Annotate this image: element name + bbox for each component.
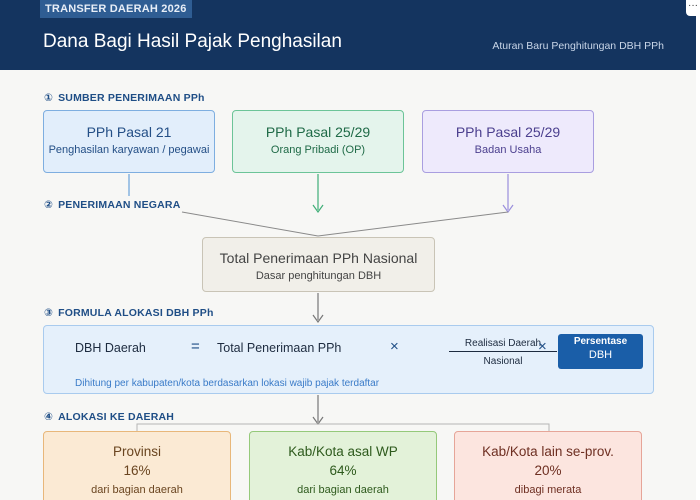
source-title: PPh Pasal 25/29 [265,124,371,140]
formula-note: Dihitung per kabupaten/kota berdasarkan … [75,378,380,389]
percentage-dbh-badge: Persentase DBH [558,334,643,369]
allocation-note: dari bagian daerah [297,484,389,496]
total-title: Total Penerimaan PPh Nasional [219,250,418,266]
source-box-pph25-badan: PPh Pasal 25/29 Badan Usaha [422,110,594,173]
section-label: SUMBER PENERIMAAN PPh [58,92,205,104]
section-number: ③ [44,307,54,319]
section-heading-state-revenue: ② PENERIMAAN NEGARA [44,199,181,211]
section-heading-sources: ① SUMBER PENERIMAAN PPh [44,92,205,104]
multiply-sign: × [390,338,399,355]
total-subtitle: Dasar penghitungan DBH [255,270,382,282]
total-revenue-box: Total Penerimaan PPh Nasional Dasar peng… [202,237,435,292]
converge-right [317,211,509,237]
allocation-box-kabkota-lain: Kab/Kota lain se-prov. 20% dibagi merata [454,431,642,500]
allocation-note: dibagi merata [514,484,582,496]
section-number: ① [44,92,54,104]
source-title: PPh Pasal 21 [86,124,172,140]
allocation-box-provinsi: Provinsi 16% dari bagian daerah [43,431,231,500]
section-label: ALOKASI KE DAERAH [58,411,175,423]
allocation-title: Kab/Kota asal WP [288,444,398,459]
source-box-pph25-op: PPh Pasal 25/29 Orang Pribadi (OP) [232,110,404,173]
pct-line2: DBH [588,349,613,361]
allocation-title: Provinsi [112,444,161,459]
pct-line1: Persentase [573,336,628,347]
allocation-percent: 20% [534,463,562,478]
section-heading-allocation: ④ ALOKASI KE DAERAH [44,411,174,423]
source-box-pph21: PPh Pasal 21 Penghasilan karyawan / pega… [43,110,215,173]
section-label: PENERIMAAN NEGARA [58,199,181,211]
equals-sign: = [191,338,200,355]
infographic-frame: TRANSFER DAERAH 2026 Dana Bagi Hasil Paj… [0,0,696,500]
allocation-note: dari bagian daerah [91,484,183,496]
distribution-branches [136,423,550,431]
formula-lhs: DBH Daerah [75,341,146,355]
formula-term-total: Total Penerimaan PPh [217,341,342,355]
section-number: ② [44,199,54,211]
allocation-box-kabkota-asal: Kab/Kota asal WP 64% dari bagian daerah [249,431,437,500]
source-subtitle: Penghasilan karyawan / pegawai [48,144,210,156]
section-label: FORMULA ALOKASI DBH PPh [58,307,214,319]
converge-left [181,211,319,237]
allocation-title: Kab/Kota lain se-prov. [482,444,614,459]
allocation-percent: 16% [123,463,151,478]
allocation-percent: 64% [329,463,357,478]
source-subtitle: Orang Pribadi (OP) [270,144,366,156]
formula-box: DBH Daerah = Total Penerimaan PPh × Real… [43,325,654,394]
multiply-sign: × [538,338,547,355]
source-title: PPh Pasal 25/29 [455,124,561,140]
source-subtitle: Badan Usaha [474,144,542,156]
more-options-icon[interactable]: ··· [686,0,700,16]
section-number: ④ [44,411,54,423]
section-heading-formula: ③ FORMULA ALOKASI DBH PPh [44,307,214,319]
fraction-denominator: Nasional [483,356,523,367]
